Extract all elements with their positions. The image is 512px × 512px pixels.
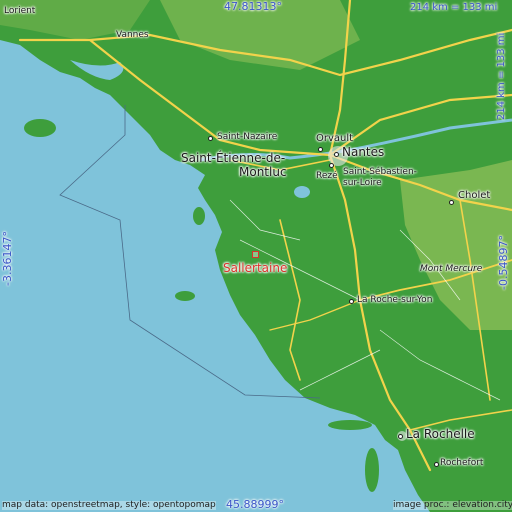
- lake-grand-lieu: [294, 186, 310, 198]
- city-marker-saint-nazaire: [208, 136, 213, 141]
- map-view[interactable]: 47.81313° 45.88999° -3.36147° -0.54897° …: [0, 0, 512, 512]
- place-rochefort: Rochefort: [440, 458, 484, 468]
- east-coordinate: -0.54897°: [497, 235, 510, 290]
- north-coordinate: 47.81313°: [224, 0, 282, 13]
- city-marker-cholet: [449, 200, 454, 205]
- place-saint-sebastien-line1: Saint-Sébastien-: [343, 167, 417, 177]
- south-coordinate: 45.88999°: [226, 498, 284, 511]
- place-saint-nazaire: Saint-Nazaire: [217, 132, 278, 142]
- location-marker[interactable]: [252, 251, 259, 258]
- city-marker-la-roche: [349, 299, 354, 304]
- place-saint-etienne: Saint-Étienne-de-: [181, 151, 286, 165]
- city-marker-reze: [329, 163, 334, 168]
- city-marker-nantes: [334, 152, 339, 157]
- island-oleron: [365, 448, 379, 492]
- island-belle-ile: [24, 119, 56, 137]
- place-lorient: Lorient: [4, 6, 36, 16]
- scale-horizontal: 214 km = 133 mi: [410, 2, 498, 13]
- place-nantes: Nantes: [342, 145, 385, 159]
- place-orvault: Orvault: [316, 133, 354, 144]
- city-marker-orvault: [318, 147, 323, 152]
- island-yeu: [175, 291, 195, 301]
- city-marker-la-rochelle: [398, 434, 403, 439]
- island-re: [328, 420, 372, 430]
- place-saint-sebastien-line2: sur-Loire: [343, 178, 382, 188]
- west-coordinate: -3.36147°: [1, 231, 14, 286]
- place-la-rochelle: La Rochelle: [406, 427, 475, 441]
- place-vannes: Vannes: [116, 30, 149, 40]
- place-mont-mercure: Mont Mercure: [420, 264, 483, 274]
- place-reze: Rezé: [316, 171, 338, 181]
- place-la-roche-sur-yon: La Roche-sur-Yon: [357, 295, 433, 305]
- island-noirmoutier: [193, 207, 205, 225]
- focus-place-label: Sallertaine: [223, 261, 288, 275]
- city-marker-rochefort: [434, 462, 439, 467]
- attribution-right: image proc.: elevation.city: [393, 500, 512, 510]
- place-montluc: Montluc: [239, 165, 287, 179]
- place-cholet: Cholet: [458, 190, 491, 201]
- attribution-left: map data: openstreetmap, style: opentopo…: [2, 500, 216, 510]
- scale-vertical: 214 km = 133 mi: [496, 32, 507, 120]
